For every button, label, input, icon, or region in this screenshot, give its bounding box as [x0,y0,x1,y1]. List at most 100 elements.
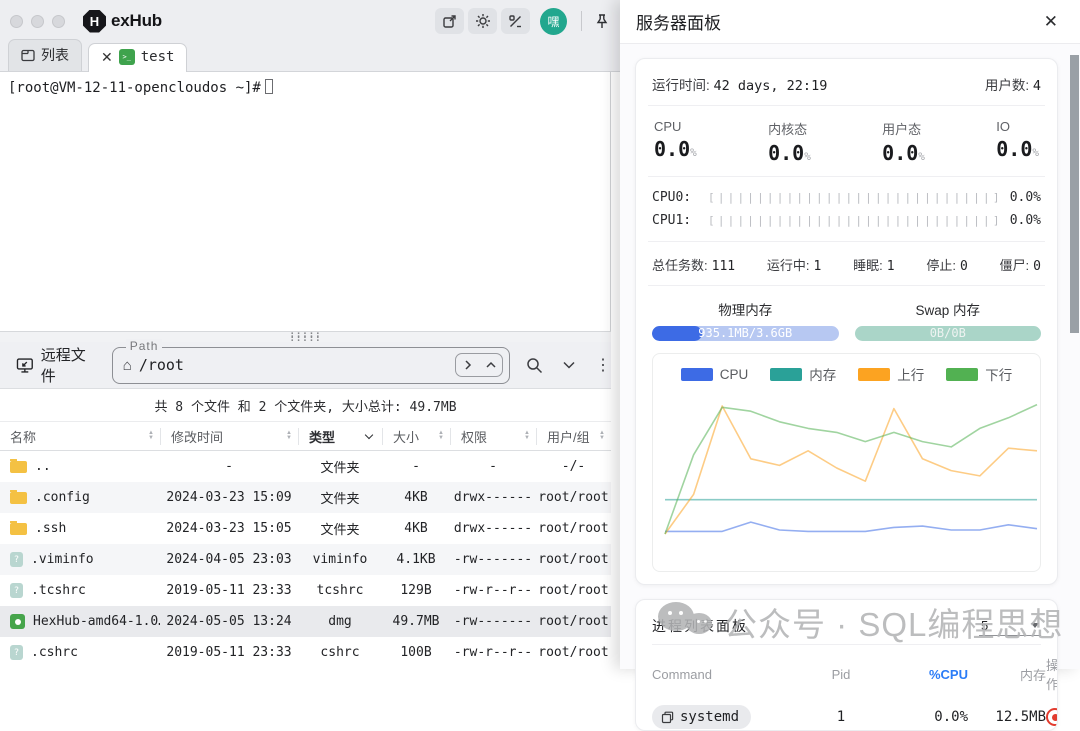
terminal-prompt: [root@VM-12-11-opencloudos ~]# [8,80,261,96]
file-owner: root/root [536,521,611,536]
file-type: 文件夹 [298,457,382,476]
file-row[interactable]: ?.viminfo 2024-04-05 23:03 viminfo 4.1KB… [0,544,611,575]
scrollbar-thumb[interactable] [1070,55,1079,333]
file-summary: 共 8 个文件 和 2 个文件夹, 大小总计: 49.7MB [0,389,611,422]
file-perm: -rw------- [450,552,536,567]
legend-swatch [770,368,802,381]
file-owner: root/root [536,614,611,629]
open-new-window-button[interactable] [435,8,464,34]
settings-button[interactable] [468,8,497,34]
column-header-owner[interactable]: 用户/组▲▼ [536,428,611,445]
file-perm: -rw-r--r-- [450,645,536,660]
pin-panel-button[interactable] [594,13,610,30]
terminal-area[interactable]: [root@VM-12-11-opencloudos ~]# [0,72,611,331]
file-perm: -rw------- [450,614,536,629]
col-memory[interactable]: 内存 [968,665,1046,684]
path-input[interactable]: Path ⌂ /root [112,347,510,384]
column-header-name[interactable]: 名称▲▼ [0,428,160,445]
file-name: .. [35,459,51,474]
legend-download[interactable]: 下行 [946,364,1012,384]
process-command-pill[interactable]: systemd [652,705,751,729]
file-type: 文件夹 [298,488,382,507]
task-zombie: 僵尸:0 [1000,255,1041,274]
search-icon[interactable] [526,357,543,374]
file-name: HexHub-amd64-1.0… [33,614,160,629]
file-perm: drwx------ [450,521,536,536]
file-row-selected[interactable]: HexHub-amd64-1.0… 2024-05-05 13:24 dmg 4… [0,606,611,637]
file-row[interactable]: .. - 文件夹 - - -/- [0,451,611,482]
path-go-button[interactable] [456,354,479,376]
file-row[interactable]: .config 2024-03-23 15:09 文件夹 4KB drwx---… [0,482,611,513]
file-owner: root/root [536,645,611,660]
file-row[interactable]: ?.tcshrc 2019-05-11 23:33 tcshrc 129B -r… [0,575,611,606]
toolbar-divider [581,11,582,31]
cpu-stats: CPU 0.0% 内核态 0.0% 用户态 0.0% IO 0.0% [652,115,1041,167]
file-row[interactable]: ?.cshrc 2019-05-11 23:33 cshrc 100B -rw-… [0,637,611,668]
gear-icon [475,13,491,29]
file-mtime: 2024-03-23 15:05 [160,521,298,536]
window-controls[interactable] [10,15,65,28]
page-size-select[interactable]: 5 [979,616,1041,636]
stat-io: IO 0.0% [996,119,1039,165]
close-panel-icon[interactable]: ✕ [1038,10,1064,34]
more-options-icon[interactable]: ⋮ [595,355,611,375]
usage-chart-box: CPU 内存 上行 下行 [652,353,1041,572]
file-name: .tcshrc [31,583,86,598]
tab-server-list[interactable]: 列表 [8,39,82,71]
drag-handle-icon: :::::::::: [289,333,321,341]
app-file-icon [10,614,25,629]
column-header-type[interactable]: 类型 [298,428,382,445]
panel-splitter[interactable]: :::::::::: [0,331,611,342]
legend-swatch [946,368,978,381]
zoom-window-button[interactable] [52,15,65,28]
path-input-label: Path [126,339,163,353]
legend-cpu[interactable]: CPU [681,364,749,384]
minimize-window-button[interactable] [31,15,44,28]
file-mtime: 2019-05-11 23:33 [160,583,298,598]
cpu1-meter: CPU1: [||||||||||||||||||||||||||||] 0.0… [652,209,1041,232]
file-size: 100B [382,645,450,660]
file-name: .config [35,490,90,505]
column-header-size[interactable]: 大小▲▼ [382,428,450,445]
close-tab-icon[interactable]: ✕ [101,50,113,64]
user-count: 用户数: 4 [985,74,1041,94]
column-header-mtime[interactable]: 修改时间▲▼ [160,428,298,445]
folder-icon [10,492,27,504]
stop-process-icon[interactable] [1046,708,1058,726]
tab-terminal-test[interactable]: ✕ >_ test [88,43,187,72]
file-size: 4KB [382,490,450,505]
task-total: 总任务数:111 [652,255,735,274]
file-row[interactable]: .ssh 2024-03-23 15:05 文件夹 4KB drwx------… [0,513,611,544]
usage-chart [657,392,1045,542]
legend-swatch [681,368,713,381]
select-caret-icon [1031,623,1039,628]
close-window-button[interactable] [10,15,23,28]
tab-label: test [141,49,175,65]
copy-icon [661,711,674,724]
cpu1-meter-bar: [||||||||||||||||||||||||||||] [708,214,999,227]
title-bar: H exHub 嘿 [0,0,620,42]
task-sleeping: 睡眠:1 [853,255,894,274]
path-up-button[interactable] [479,354,502,376]
legend-upload[interactable]: 上行 [858,364,924,384]
main-window: H exHub 嘿 [0,0,620,669]
file-type: 文件夹 [298,519,382,538]
app-logo: H exHub [83,10,162,33]
file-table-header: 名称▲▼ 修改时间▲▼ 类型 大小▲▼ 权限▲▼ 用户/组▲▼ [0,422,611,451]
chevron-down-icon[interactable] [563,361,575,369]
sort-desc-icon [365,430,373,438]
process-row[interactable]: systemd 1 0.0% 12.5MB [652,701,1041,731]
col-actions[interactable]: 操作 [1046,655,1058,693]
path-value: /root [139,356,455,374]
external-link-icon [442,14,457,29]
legend-memory[interactable]: 内存 [770,364,836,384]
column-header-perm[interactable]: 权限▲▼ [450,428,536,445]
file-type: tcshrc [298,583,382,598]
file-size: 4KB [382,521,450,536]
sort-icon: ▲▼ [148,431,154,440]
user-avatar[interactable]: 嘿 [540,8,567,35]
file-perm: -rw-r--r-- [450,583,536,598]
process-table-header: Command Pid %CPU 内存 操作 [652,644,1041,701]
input-mode-button[interactable] [501,8,530,34]
hexhub-logo-icon: H [83,10,106,33]
